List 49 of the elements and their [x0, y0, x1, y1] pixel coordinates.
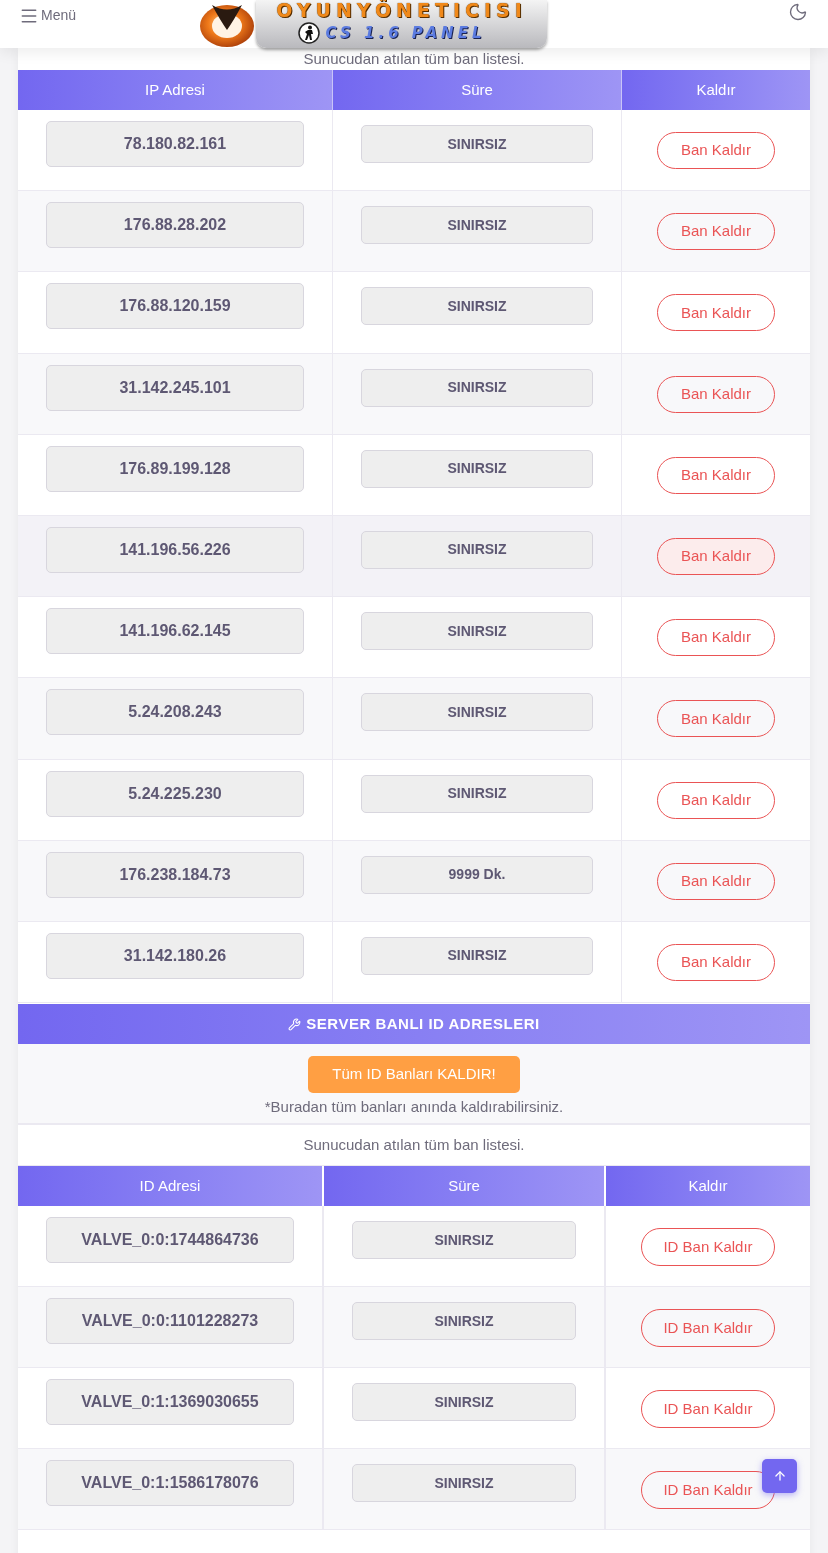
ip-field: 141.196.62.145: [46, 608, 304, 655]
ip-field: 176.238.184.73: [46, 851, 304, 898]
duration-field: SINIRSIZ: [361, 530, 593, 569]
duration-field: SINIRSIZ: [352, 1464, 576, 1503]
table-caption: Sunucudan atılan tüm ban listesi.: [303, 1134, 525, 1155]
logo-title: OYUNYÖNETICISI: [276, 0, 527, 21]
duration-field: SINIRSIZ: [361, 612, 593, 651]
ip-field: 31.142.180.26: [46, 932, 304, 979]
duration-field: SINIRSIZ: [352, 1383, 576, 1422]
duration-field: SINIRSIZ: [361, 368, 593, 407]
remove-all-button[interactable]: Tüm ID Banları KALDIR!: [308, 1056, 520, 1094]
ip-field: 176.89.199.128: [46, 445, 304, 492]
duration-field: SINIRSIZ: [352, 1302, 576, 1341]
column-header: IP Adresi: [18, 70, 333, 110]
duration-field: SINIRSIZ: [361, 287, 593, 326]
column-header: Süre: [324, 1166, 606, 1207]
column-header: Süre: [333, 70, 622, 110]
column-header: Kaldır: [606, 1166, 810, 1207]
hint-text: *Buradan tüm banları anında kaldırabilirsiniz.: [264, 1097, 564, 1118]
duration-field: SINIRSIZ: [361, 449, 593, 488]
ip-field: 176.88.120.159: [46, 283, 304, 330]
ip-field: 141.196.56.226: [46, 526, 304, 573]
duration-field: SINIRSIZ: [361, 125, 593, 163]
section-title: SERVER BANLI ID ADRESLERI: [306, 1013, 540, 1034]
logo-subtitle: CS 1.6 PANEL: [325, 23, 486, 43]
id-field: VALVE_0:1:1369030655: [46, 1379, 294, 1426]
column-header: ID Adresi: [18, 1166, 324, 1207]
table-caption: Sunucudan atılan tüm ban listesi.: [303, 48, 525, 69]
id-field: VALVE_0:0:1101228273: [46, 1298, 294, 1345]
unban-button[interactable]: Ban Kaldır: [656, 537, 775, 575]
moon-icon[interactable]: [788, 2, 808, 22]
ip-field: 5.24.208.243: [46, 689, 304, 736]
duration-field: SINIRSIZ: [361, 693, 593, 732]
duration-field: SINIRSIZ: [361, 206, 593, 245]
ip-field: 31.142.245.101: [46, 364, 304, 411]
scroll-top-button[interactable]: [762, 1459, 797, 1493]
duration-field: SINIRSIZ: [352, 1221, 576, 1260]
ip-field: 78.180.82.161: [46, 121, 304, 167]
id-field: VALVE_0:0:1744864736: [46, 1217, 294, 1264]
ip-field: 5.24.225.230: [46, 770, 304, 817]
ip-field: 176.88.28.202: [46, 202, 304, 249]
wrench-icon: [288, 1017, 302, 1031]
column-header: Kaldır: [622, 70, 810, 110]
id-field: VALVE_0:1:1586178076: [46, 1460, 294, 1507]
duration-field: SINIRSIZ: [361, 936, 593, 975]
duration-field: SINIRSIZ: [361, 774, 593, 813]
soldier-icon: [297, 22, 320, 44]
duration-field: 9999 Dk.: [361, 855, 593, 894]
menu-button[interactable]: Menü: [19, 5, 77, 26]
